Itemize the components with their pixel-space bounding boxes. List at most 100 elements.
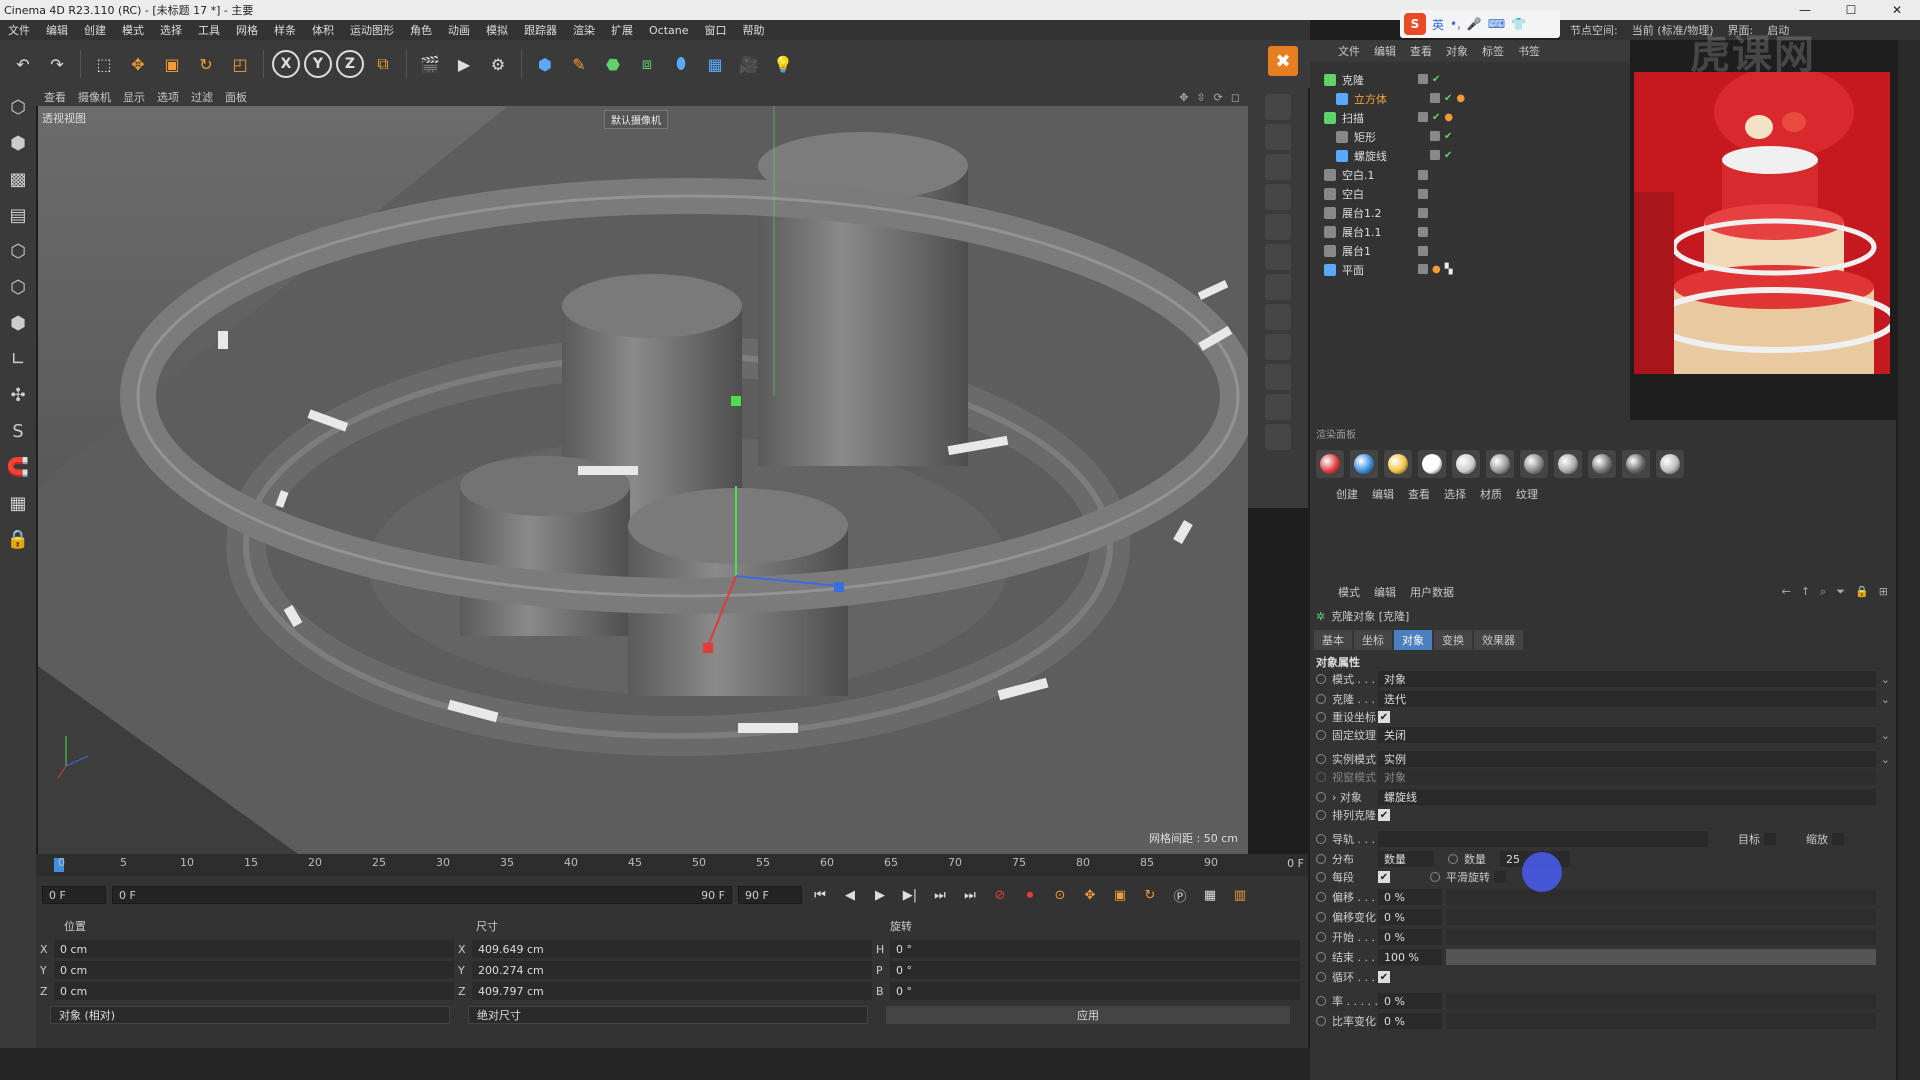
position-z-field[interactable]: 0 cm — [54, 982, 454, 1000]
menu-item[interactable]: 选择 — [152, 22, 190, 38]
select-icon[interactable]: ⬚ — [89, 49, 119, 79]
scale-checkbox[interactable] — [1832, 833, 1844, 845]
menu-item[interactable]: 工具 — [190, 22, 228, 38]
reset-coords-checkbox[interactable]: ✔ — [1378, 711, 1390, 723]
y-axis-icon[interactable]: Y — [304, 50, 332, 78]
material-tag-icon[interactable]: ● — [1444, 112, 1453, 123]
points-mode-icon[interactable]: ⬡ — [3, 236, 33, 266]
menu-item[interactable]: 渲染 — [565, 22, 603, 38]
tool-icon[interactable] — [1265, 214, 1291, 240]
light-icon[interactable]: 💡 — [768, 49, 798, 79]
filter-icon[interactable]: ⏷ — [1836, 585, 1845, 599]
object-row[interactable]: 空白 — [1310, 184, 1630, 203]
menu-item[interactable]: 文件 — [0, 22, 38, 38]
tool-icon[interactable] — [1265, 244, 1291, 270]
tab-basic[interactable]: 基本 — [1314, 630, 1352, 650]
om-menu-item[interactable]: 标签 — [1482, 43, 1504, 59]
autokey-icon[interactable]: ⏺ — [1018, 883, 1042, 907]
offset-variation-field[interactable]: 0 % — [1378, 909, 1442, 925]
viewport-menu-item[interactable]: 选项 — [157, 89, 179, 105]
material-tag-icon[interactable]: ● — [1456, 93, 1465, 104]
menu-item[interactable]: 网格 — [228, 22, 266, 38]
close-button[interactable]: ✕ — [1874, 3, 1920, 17]
texture-mode-icon[interactable]: ▩ — [3, 164, 33, 194]
polygons-mode-icon[interactable]: ⬢ — [3, 308, 33, 338]
tool-icon[interactable] — [1265, 274, 1291, 300]
keyframe-selection-icon[interactable]: ⊙ — [1048, 883, 1072, 907]
size-z-field[interactable]: 409.797 cm — [472, 982, 872, 1000]
snap-icon[interactable]: S — [3, 416, 33, 446]
attr-menu-item[interactable]: 模式 — [1338, 584, 1360, 600]
material-menu-item[interactable]: 材质 — [1480, 486, 1502, 502]
menu-item[interactable]: Octane — [641, 24, 697, 37]
position-x-field[interactable]: 0 cm — [54, 940, 454, 958]
rotation-b-field[interactable]: 0 ° — [890, 982, 1300, 1000]
tab-coord[interactable]: 坐标 — [1354, 630, 1392, 650]
enabled-check-icon[interactable]: ✔ — [1432, 74, 1440, 85]
size-y-field[interactable]: 200.274 cm — [472, 961, 872, 979]
material-ball-icon[interactable] — [1350, 450, 1378, 478]
size-x-field[interactable]: 409.649 cm — [472, 940, 872, 958]
instance-mode-select[interactable]: 实例 — [1378, 751, 1876, 767]
rotate-icon[interactable]: ↻ — [191, 49, 221, 79]
offset-variation-slider[interactable] — [1446, 909, 1876, 925]
enabled-check-icon[interactable]: ✔ — [1432, 112, 1440, 123]
menu-item[interactable]: 创建 — [76, 22, 114, 38]
object-row[interactable]: 扫描 ✔ ● — [1310, 108, 1630, 127]
menu-item[interactable]: 样条 — [266, 22, 304, 38]
material-tag-icon[interactable]: ● — [1432, 264, 1441, 275]
object-row[interactable]: 展台1 — [1310, 241, 1630, 260]
scale-icon[interactable]: ▣ — [157, 49, 187, 79]
om-menu-item[interactable]: 文件 — [1338, 43, 1360, 59]
new-panel-icon[interactable]: ⊞ — [1879, 585, 1888, 599]
menu-item[interactable]: 模式 — [114, 22, 152, 38]
rate-slider[interactable] — [1446, 993, 1876, 1009]
material-ball-icon[interactable] — [1622, 450, 1650, 478]
mix-material-icon[interactable] — [1588, 450, 1616, 478]
offset-field[interactable]: 0 % — [1378, 889, 1442, 905]
per-segment-checkbox[interactable]: ✔ — [1378, 871, 1390, 883]
viewport-menu-item[interactable]: 查看 — [44, 89, 66, 105]
coordinate-system-icon[interactable]: ⧉ — [368, 49, 398, 79]
x-axis-icon[interactable]: X — [272, 50, 300, 78]
end-frame-field[interactable]: 90 F — [738, 886, 802, 904]
align-clone-checkbox[interactable]: ✔ — [1378, 809, 1390, 821]
viewport-menu-item[interactable]: 显示 — [123, 89, 145, 105]
enabled-check-icon[interactable]: ✔ — [1444, 150, 1452, 161]
object-row[interactable]: 展台1.2 — [1310, 203, 1630, 222]
zoom-icon[interactable]: ⇳ — [1196, 91, 1205, 104]
tool-icon[interactable] — [1265, 334, 1291, 360]
menu-item[interactable]: 扩展 — [603, 22, 641, 38]
workplane-icon[interactable]: ▤ — [3, 200, 33, 230]
render-view-icon[interactable]: ▶ — [449, 49, 479, 79]
pla-key-icon[interactable]: ▦ — [1198, 883, 1222, 907]
maximize-button[interactable]: ☐ — [1828, 3, 1874, 17]
sun-icon[interactable] — [1384, 450, 1412, 478]
tool-icon[interactable] — [1265, 364, 1291, 390]
last-tool-icon[interactable]: ◰ — [225, 49, 255, 79]
preview-range-slider[interactable]: 0 F 90 F — [112, 886, 732, 904]
object-row[interactable]: 平面 ● ▚ — [1310, 260, 1630, 279]
play-icon[interactable]: ▶ — [868, 883, 892, 907]
redo-icon[interactable]: ↷ — [42, 49, 72, 79]
z-axis-icon[interactable]: Z — [336, 50, 364, 78]
object-link-field[interactable]: 螺旋线 — [1378, 789, 1876, 805]
ime-language[interactable]: 英 — [1432, 16, 1444, 33]
start-slider[interactable] — [1446, 929, 1876, 945]
position-key-icon[interactable]: ✥ — [1078, 883, 1102, 907]
tab-object[interactable]: 对象 — [1394, 630, 1432, 650]
checker-tag-icon[interactable]: ▚ — [1445, 264, 1453, 275]
rotation-key-icon[interactable]: ↻ — [1138, 883, 1162, 907]
end-field[interactable]: 100 % — [1378, 949, 1442, 965]
material-ball-icon[interactable] — [1520, 450, 1548, 478]
go-to-start-icon[interactable]: ⏮ — [808, 883, 832, 907]
tool-icon[interactable] — [1265, 124, 1291, 150]
distribution-select[interactable]: 数量 — [1378, 851, 1434, 867]
orbit-icon[interactable]: ⟳ — [1214, 91, 1223, 104]
back-arrow-icon[interactable]: ← — [1782, 585, 1791, 599]
menu-item[interactable]: 模拟 — [478, 22, 516, 38]
offset-slider[interactable] — [1446, 889, 1876, 905]
tool-icon[interactable] — [1265, 304, 1291, 330]
start-field[interactable]: 0 % — [1378, 929, 1442, 945]
material-menu-item[interactable]: 查看 — [1408, 486, 1430, 502]
